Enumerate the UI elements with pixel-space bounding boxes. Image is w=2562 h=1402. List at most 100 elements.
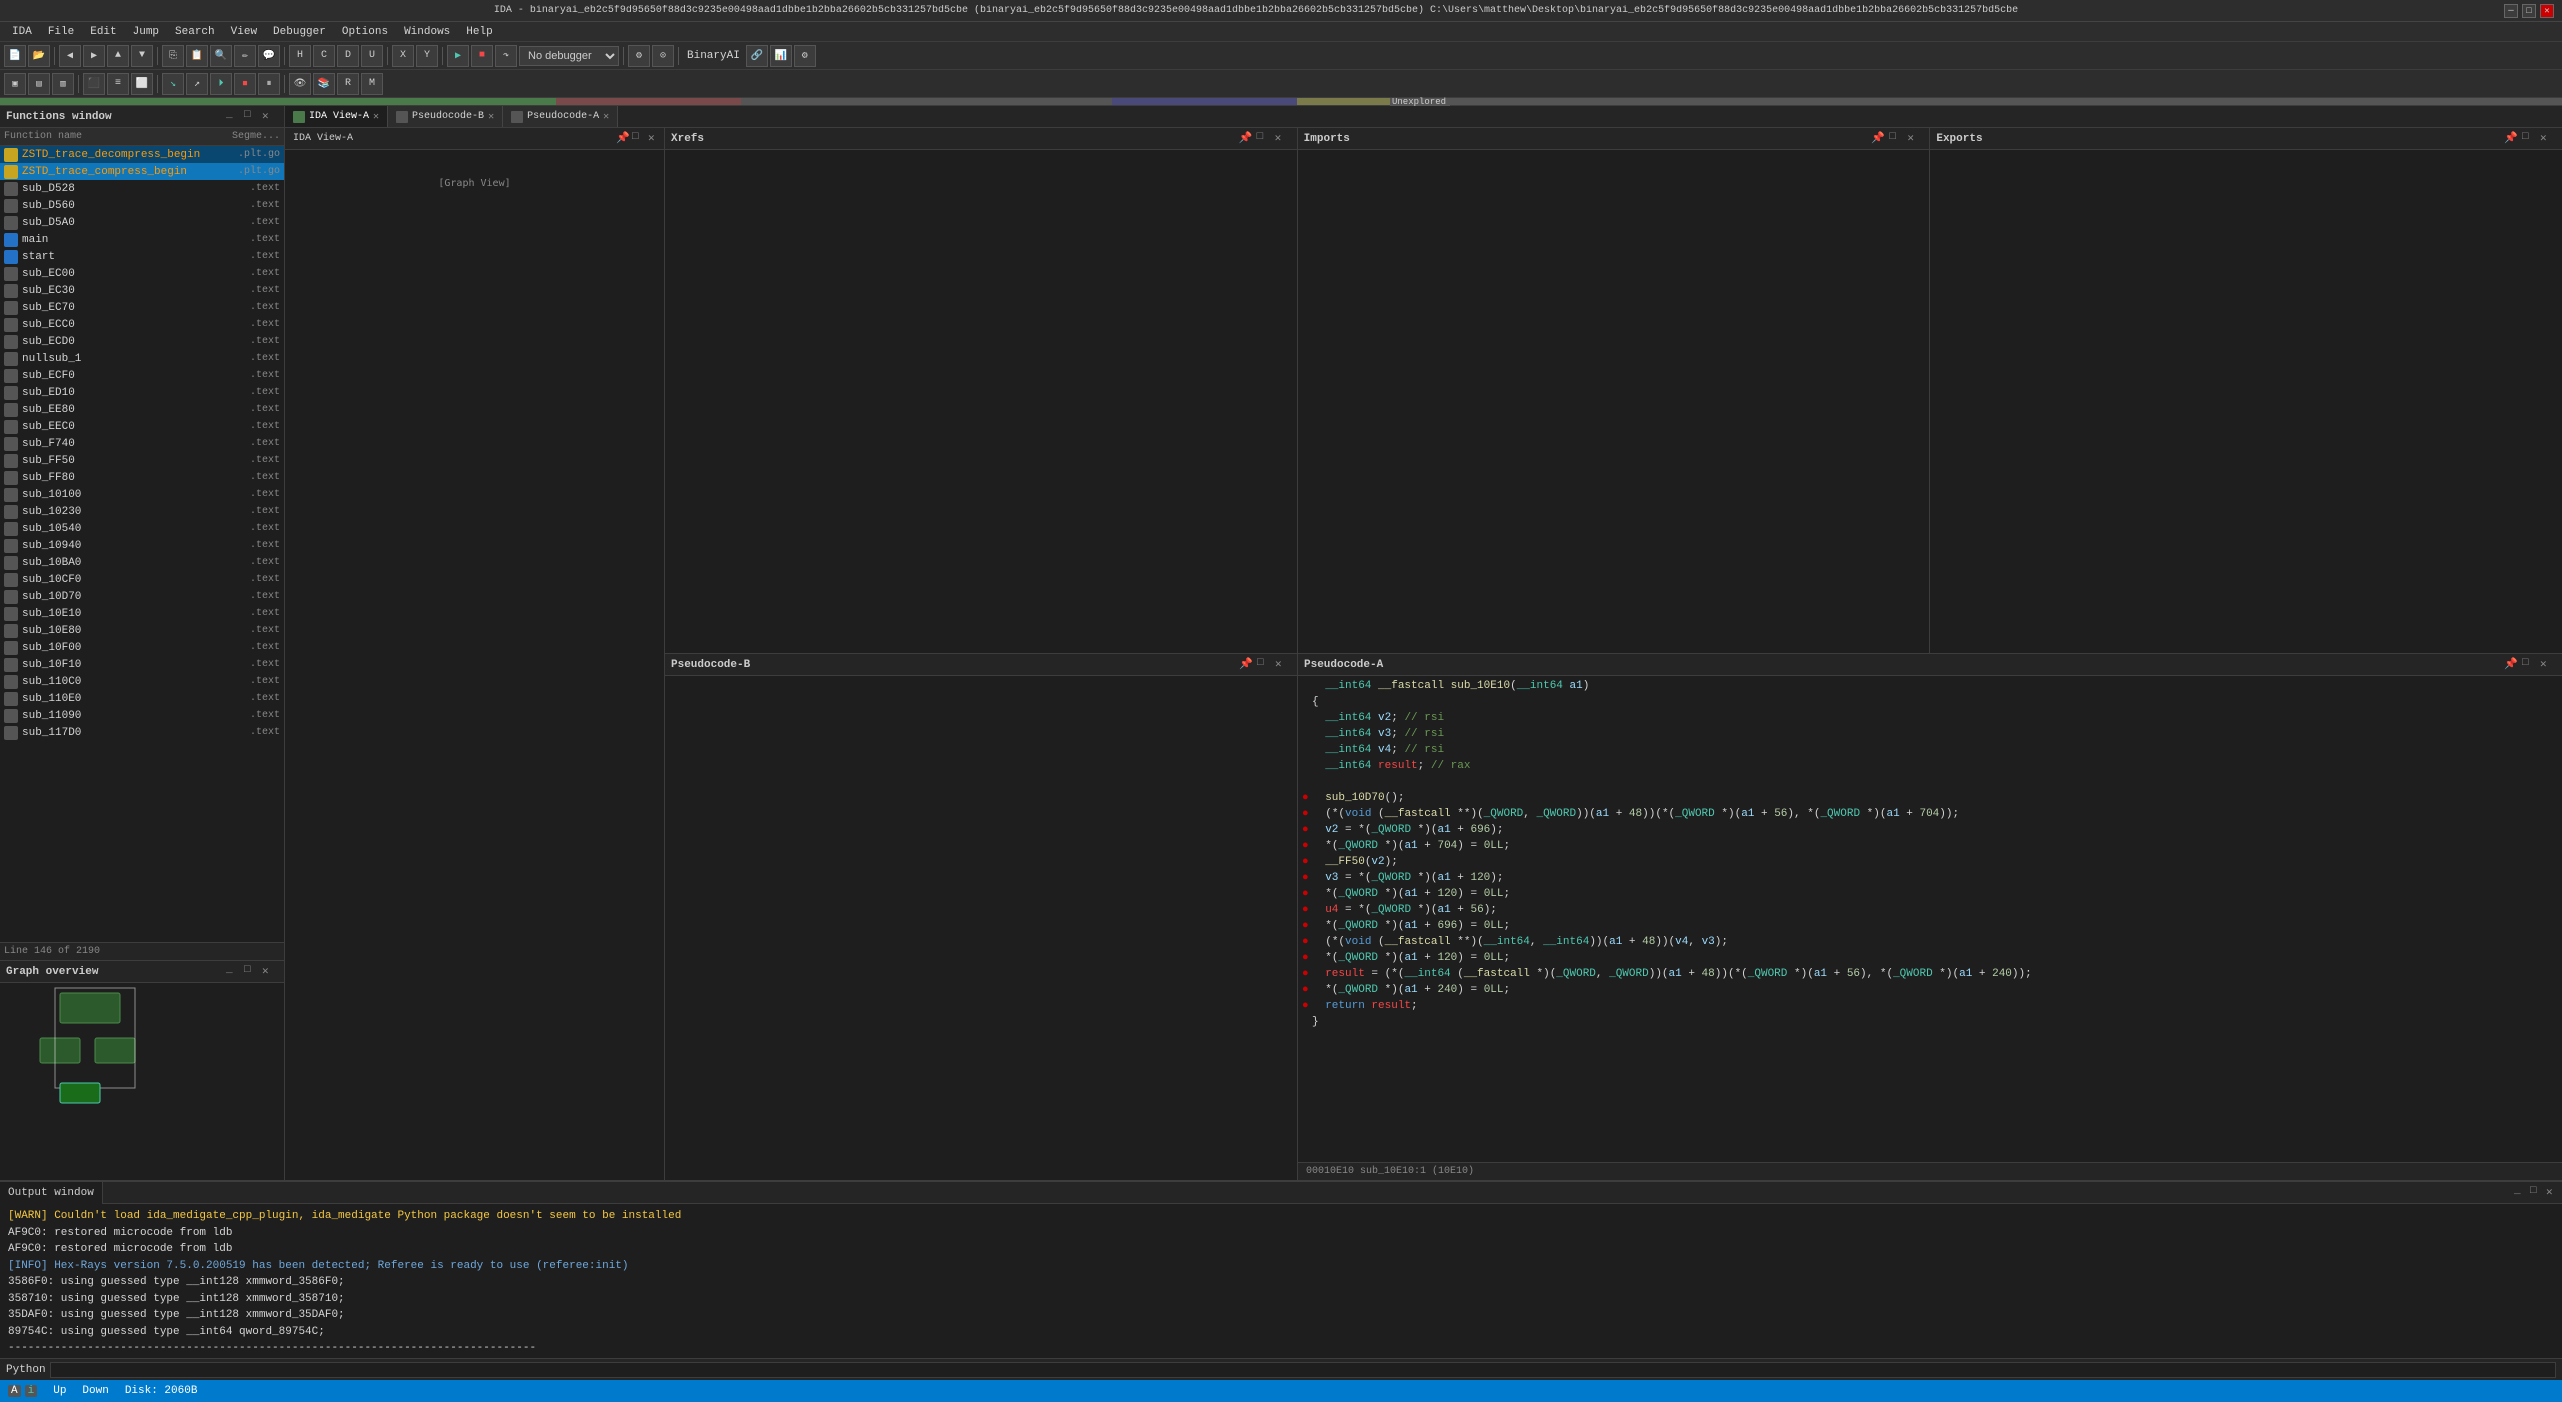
menu-jump[interactable]: Jump [125, 22, 167, 41]
tb-rename[interactable]: ✏ [234, 45, 256, 67]
menu-file[interactable]: File [40, 22, 82, 41]
imports-pin[interactable]: 📌 [1871, 131, 1887, 147]
function-row-4[interactable]: sub_D5A0.text [0, 214, 284, 231]
pseudocode-b-close[interactable]: ✕ [1275, 657, 1291, 673]
tb2-stepout[interactable]: ↗ [186, 73, 208, 95]
functions-float[interactable]: □ [244, 109, 260, 125]
menu-edit[interactable]: Edit [82, 22, 124, 41]
pseudocode-a-float[interactable]: □ [2522, 657, 2538, 673]
xrefs-pin[interactable]: 📌 [1239, 131, 1255, 147]
tb2-1[interactable]: ▣ [4, 73, 26, 95]
imports-float[interactable]: □ [1889, 131, 1905, 147]
output-float[interactable]: □ [2530, 1185, 2546, 1201]
function-row-7[interactable]: sub_EC00.text [0, 265, 284, 282]
graph-close[interactable]: ✕ [262, 964, 278, 980]
tb2-2[interactable]: ▤ [28, 73, 50, 95]
function-row-11[interactable]: sub_ECD0.text [0, 333, 284, 350]
function-row-29[interactable]: sub_10F00.text [0, 639, 284, 656]
menu-ida[interactable]: IDA [4, 22, 40, 41]
function-row-9[interactable]: sub_EC70.text [0, 299, 284, 316]
function-row-20[interactable]: sub_10100.text [0, 486, 284, 503]
function-row-16[interactable]: sub_EEC0.text [0, 418, 284, 435]
function-row-21[interactable]: sub_10230.text [0, 503, 284, 520]
function-row-31[interactable]: sub_110C0.text [0, 673, 284, 690]
function-row-17[interactable]: sub_F740.text [0, 435, 284, 452]
tb-run[interactable]: ▶ [447, 45, 469, 67]
tb-code[interactable]: C [313, 45, 335, 67]
function-row-6[interactable]: start.text [0, 248, 284, 265]
imports-close[interactable]: ✕ [1907, 131, 1923, 147]
function-row-18[interactable]: sub_FF50.text [0, 452, 284, 469]
graph-canvas[interactable] [0, 983, 284, 1180]
tb-up[interactable]: ▲ [107, 45, 129, 67]
tb2-stack[interactable]: 📚 [313, 73, 335, 95]
function-row-25[interactable]: sub_10CF0.text [0, 571, 284, 588]
maximize-button[interactable]: □ [2522, 4, 2536, 18]
tb-bai3[interactable]: ⚙ [794, 45, 816, 67]
menu-windows[interactable]: Windows [396, 22, 458, 41]
functions-minimize[interactable]: _ [226, 109, 242, 125]
function-row-15[interactable]: sub_EE80.text [0, 401, 284, 418]
function-row-0[interactable]: ZSTD_trace_decompress_begin.plt.go [0, 146, 284, 163]
python-input[interactable] [50, 1362, 2556, 1378]
function-row-33[interactable]: sub_11090.text [0, 707, 284, 724]
tb-paste[interactable]: 📋 [186, 45, 208, 67]
menu-debugger[interactable]: Debugger [265, 22, 334, 41]
function-row-14[interactable]: sub_ED10.text [0, 384, 284, 401]
function-row-5[interactable]: main.text [0, 231, 284, 248]
xrefs-content[interactable] [665, 150, 1297, 653]
function-row-27[interactable]: sub_10E10.text [0, 605, 284, 622]
tb-bai2[interactable]: 📊 [770, 45, 792, 67]
function-row-24[interactable]: sub_10BA0.text [0, 554, 284, 571]
function-row-19[interactable]: sub_FF80.text [0, 469, 284, 486]
tb2-watch[interactable]: 👁 [289, 73, 311, 95]
tb-new[interactable]: 📄 [4, 45, 26, 67]
tab-pseudocode-a[interactable]: Pseudocode-A ✕ [503, 106, 618, 128]
xrefs-float[interactable]: □ [1257, 131, 1273, 147]
minimize-button[interactable]: ─ [2504, 4, 2518, 18]
tab-pseudocode-a-close[interactable]: ✕ [603, 111, 609, 123]
tb-find[interactable]: 🔍 [210, 45, 232, 67]
tb-undefined[interactable]: U [361, 45, 383, 67]
xrefs-close[interactable]: ✕ [1275, 131, 1291, 147]
function-row-28[interactable]: sub_10E80.text [0, 622, 284, 639]
function-row-1[interactable]: ZSTD_trace_compress_begin.plt.go [0, 163, 284, 180]
tb-data[interactable]: D [337, 45, 359, 67]
exports-pin[interactable]: 📌 [2504, 131, 2520, 147]
tb-back[interactable]: ◀ [59, 45, 81, 67]
tb2-reg[interactable]: R [337, 73, 359, 95]
tb-detach[interactable]: ⊙ [652, 45, 674, 67]
function-row-22[interactable]: sub_10540.text [0, 520, 284, 537]
ida-view-a-close[interactable]: ✕ [648, 131, 664, 147]
tb2-run2[interactable]: ⏵ [210, 73, 232, 95]
tb-xref-to[interactable]: X [392, 45, 414, 67]
function-row-8[interactable]: sub_EC30.text [0, 282, 284, 299]
function-row-30[interactable]: sub_10F10.text [0, 656, 284, 673]
pseudocode-b-pin[interactable]: 📌 [1239, 657, 1255, 673]
tab-output[interactable]: Output window [0, 1182, 103, 1204]
tb2-graph[interactable]: ⬛ [83, 73, 105, 95]
ida-view-a-content[interactable]: [Graph View] [285, 150, 664, 1180]
tb2-stop2[interactable]: ⏹ [234, 73, 256, 95]
function-row-12[interactable]: nullsub_1.text [0, 350, 284, 367]
function-row-32[interactable]: sub_110E0.text [0, 690, 284, 707]
tab-ida-view-a[interactable]: IDA View-A ✕ [285, 106, 388, 128]
pseudocode-b-content[interactable] [665, 676, 1297, 1180]
tb-xref-from[interactable]: Y [416, 45, 438, 67]
functions-list[interactable]: ZSTD_trace_decompress_begin.plt.goZSTD_t… [0, 146, 284, 942]
tab-pseudocode-b-close[interactable]: ✕ [488, 111, 494, 123]
functions-close[interactable]: ✕ [262, 109, 278, 125]
pseudocode-a-content[interactable]: __int64 __fastcall sub_10E10(__int64 a1)… [1298, 676, 2562, 1162]
pseudocode-a-pin[interactable]: 📌 [2504, 657, 2520, 673]
debugger-dropdown[interactable]: No debugger [519, 46, 619, 66]
tb-stop[interactable]: ■ [471, 45, 493, 67]
tb2-text[interactable]: ≡ [107, 73, 129, 95]
function-row-13[interactable]: sub_ECF0.text [0, 367, 284, 384]
tb-open[interactable]: 📂 [28, 45, 50, 67]
function-row-23[interactable]: sub_10940.text [0, 537, 284, 554]
tb2-hex2[interactable]: ⬜ [131, 73, 153, 95]
imports-content[interactable] [1298, 150, 1930, 653]
close-button[interactable]: ✕ [2540, 4, 2554, 18]
menu-help[interactable]: Help [458, 22, 500, 41]
tb-forward[interactable]: ▶ [83, 45, 105, 67]
